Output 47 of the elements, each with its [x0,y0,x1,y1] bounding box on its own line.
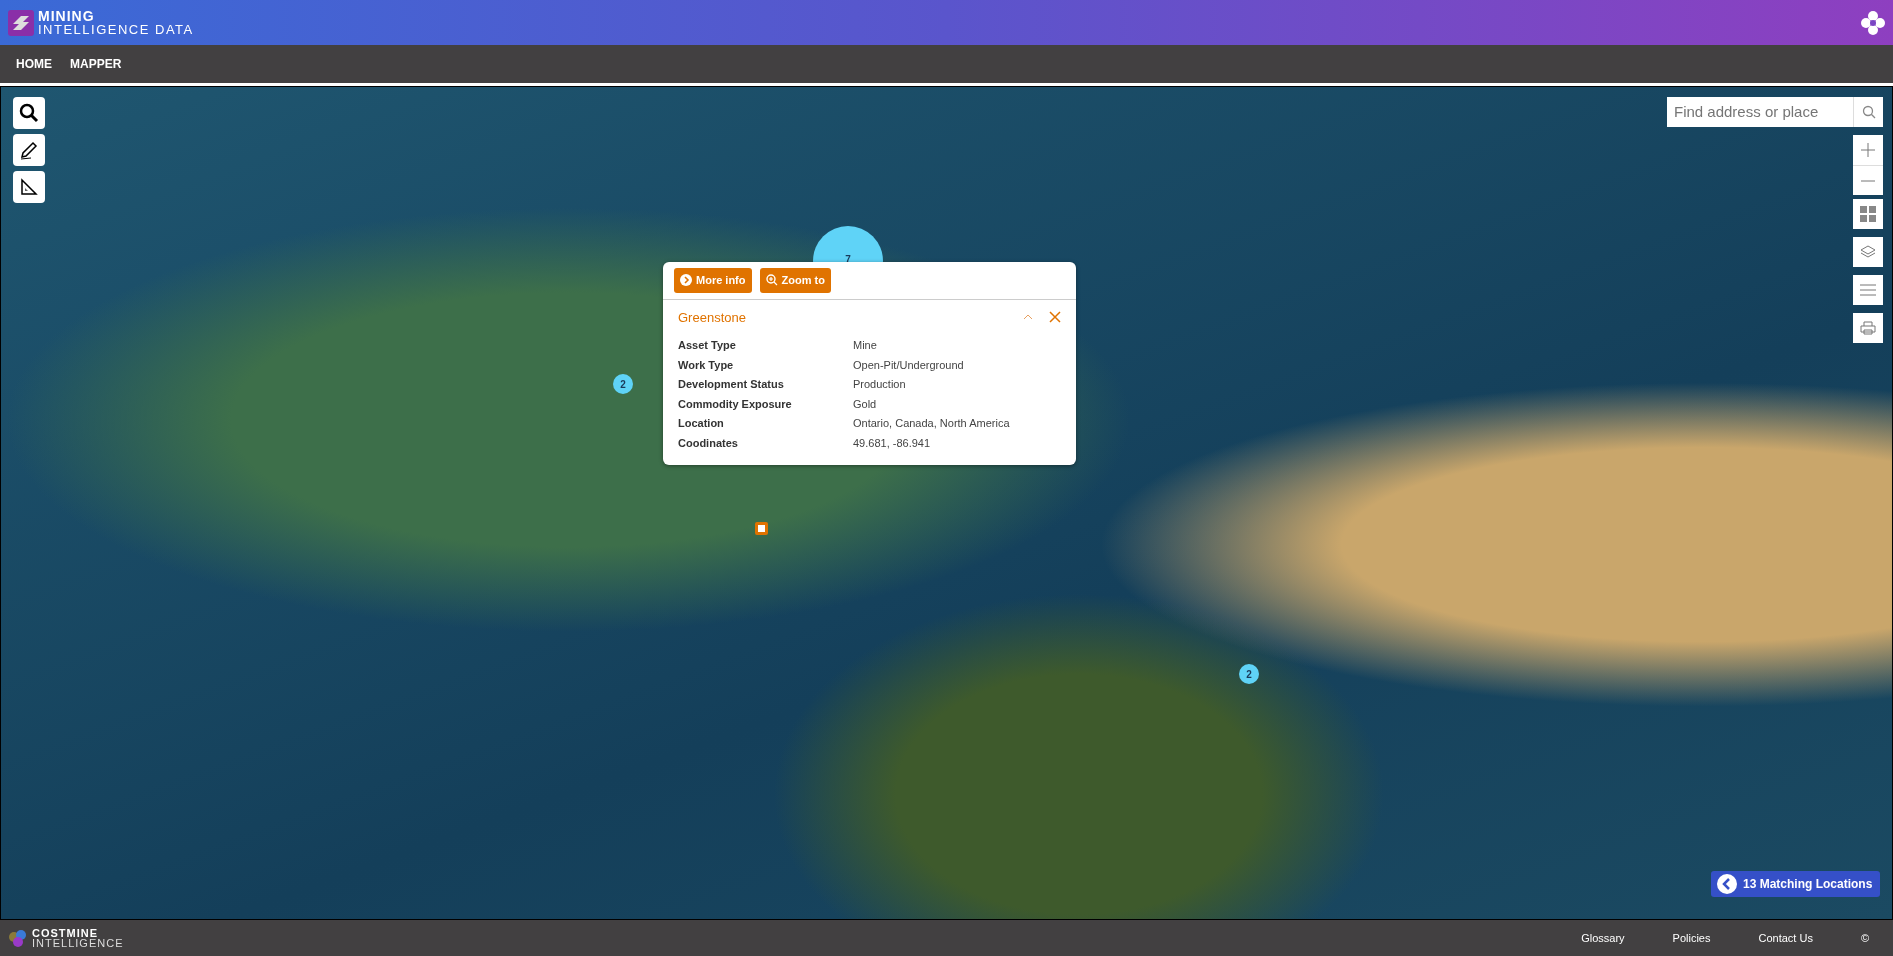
zoom-in-button[interactable] [1853,135,1883,165]
footer-link[interactable]: © [1860,929,1869,947]
cluster-marker[interactable]: 2 [1239,664,1259,684]
print-icon[interactable] [1853,313,1883,343]
footer-link[interactable]: Policies [1672,929,1711,947]
nav-link-item[interactable]: HOME [16,55,52,73]
cluster-marker[interactable]: 2 [613,374,633,394]
brand-name: MINING [38,9,96,23]
location-marker[interactable] [755,522,768,535]
plus-icon [1861,143,1875,157]
zoom-out-button[interactable] [1853,165,1883,195]
ruler-icon[interactable] [13,171,45,203]
nav-link-item[interactable]: MAPPER [70,55,122,73]
field-label: Location [678,416,725,431]
costmine-logo-icon [8,928,28,948]
popup-title: Greenstone [678,308,746,327]
matching-locations-button[interactable]: 13 Matching Locations [1711,871,1881,897]
field-label: Asset Type [678,338,737,353]
field-value: 49.681, -86.941 [853,435,932,451]
field-value: Production [853,377,907,392]
flower-logo-icon [1861,10,1885,35]
field-label: Work Type [678,357,735,373]
pencil-icon[interactable] [13,134,45,166]
brand-logo-icon [8,9,34,36]
field-value: Ontario, Canada, North America [853,416,1011,431]
collapse-icon[interactable] [1023,314,1033,321]
layers-icon[interactable] [1853,237,1883,267]
field-value: Gold [853,396,878,412]
footer-brand-name: COSTMINE [32,927,100,938]
close-icon[interactable] [1049,311,1061,324]
field-value: Open-Pit/Underground [853,357,965,373]
search-field[interactable]: Find address or place [1667,97,1853,127]
field-value: Mine [853,338,878,353]
footer-link[interactable]: Contact Us [1758,929,1813,947]
footer-link[interactable]: Glossary [1581,929,1625,947]
search-icon[interactable] [13,97,45,129]
field-label: Commodity Exposure [678,396,793,412]
brand-subtitle: INTELLIGENCE DATA [38,22,194,36]
chevron-circle-icon [680,274,692,287]
field-label: Development Status [678,377,785,392]
minus-icon [1861,179,1875,182]
list-icon[interactable] [1853,275,1883,305]
zoom-in-icon [765,274,778,287]
footer-brand-subtitle: INTELLIGENCE [32,937,124,949]
satellite-map[interactable] [0,86,1893,920]
grid-icon[interactable] [1853,199,1883,229]
field-label: Coodinates [678,435,739,451]
